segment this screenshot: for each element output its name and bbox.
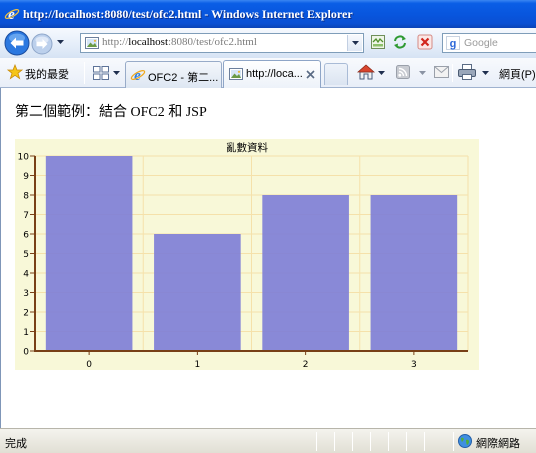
y-tick-label: 9 bbox=[23, 172, 29, 182]
stop-icon bbox=[417, 34, 433, 50]
status-bar: 完成 網際網路 bbox=[0, 428, 536, 453]
y-tick-label: 4 bbox=[23, 270, 29, 280]
y-tick-label: 5 bbox=[23, 250, 29, 260]
x-tick-label: 0 bbox=[86, 360, 92, 370]
ie-icon: e bbox=[130, 67, 146, 83]
stop-button[interactable] bbox=[417, 34, 433, 50]
y-tick-label: 0 bbox=[23, 348, 29, 358]
print-icon bbox=[458, 64, 476, 80]
chart-canvas: 亂數資料 0 1 2 3 4 5 6 7 8 9 10 0 1 2 3 bbox=[15, 139, 479, 370]
search-input[interactable]: Google bbox=[464, 37, 498, 49]
bar-3 bbox=[370, 195, 458, 351]
home-dropdown[interactable] bbox=[378, 71, 387, 77]
status-divider bbox=[370, 432, 371, 451]
svg-text:e: e bbox=[134, 68, 141, 83]
window-title: http://localhost:8080/test/ofc2.html - W… bbox=[23, 7, 353, 21]
compatibility-view-button[interactable] bbox=[370, 34, 386, 50]
y-tick-label: 1 bbox=[23, 328, 29, 338]
feeds-dropdown[interactable] bbox=[419, 71, 428, 77]
favorites-tab-bar: 我的最愛 e OFC2 - 第二... http://loca... 網頁(P) bbox=[0, 58, 536, 88]
page-icon bbox=[84, 35, 100, 51]
bar-2 bbox=[262, 195, 349, 351]
print-button[interactable] bbox=[458, 64, 476, 80]
close-icon[interactable] bbox=[306, 70, 315, 79]
compatibility-view-icon bbox=[370, 34, 386, 50]
address-url[interactable]: http://localhost:8080/test/ofc2.html bbox=[102, 36, 257, 48]
page-icon bbox=[228, 66, 244, 82]
back-arrow-icon bbox=[4, 30, 30, 56]
svg-text:g: g bbox=[450, 38, 457, 50]
chevron-down-icon bbox=[419, 71, 428, 75]
status-divider bbox=[352, 432, 353, 451]
recent-pages-dropdown[interactable] bbox=[57, 40, 66, 46]
forward-arrow-icon bbox=[31, 33, 53, 55]
y-tick-label: 3 bbox=[23, 289, 29, 299]
page-menu-button[interactable]: 網頁(P) bbox=[499, 66, 536, 82]
ie-icon: e bbox=[4, 6, 20, 22]
url-domain: localhost bbox=[128, 36, 168, 48]
back-button[interactable] bbox=[4, 30, 30, 56]
y-tick-label: 6 bbox=[23, 231, 29, 241]
security-zone-label[interactable]: 網際網路 bbox=[476, 435, 520, 451]
y-tick-label: 10 bbox=[18, 153, 30, 163]
globe-icon bbox=[458, 434, 472, 448]
mail-button[interactable] bbox=[434, 66, 449, 78]
chart-title: 亂數資料 bbox=[226, 141, 268, 154]
status-divider bbox=[316, 432, 317, 451]
chevron-down-icon bbox=[482, 71, 491, 75]
toolbar-separator bbox=[452, 64, 453, 82]
title-bar[interactable]: e http://localhost:8080/test/ofc2.html -… bbox=[0, 0, 536, 28]
x-tick-label: 1 bbox=[195, 360, 201, 370]
bar-chart: 亂數資料 0 1 2 3 4 5 6 7 8 9 10 0 1 2 3 bbox=[15, 139, 479, 370]
feeds-button[interactable] bbox=[396, 65, 410, 79]
chevron-down-icon bbox=[113, 71, 122, 75]
y-tick-label: 8 bbox=[23, 192, 29, 202]
favorites-button[interactable]: 我的最愛 bbox=[25, 66, 69, 82]
toolbar-separator bbox=[84, 62, 85, 84]
url-path: :8080/test/ofc2.html bbox=[168, 36, 257, 48]
refresh-icon bbox=[392, 34, 408, 50]
refresh-button[interactable] bbox=[392, 34, 408, 50]
home-button[interactable] bbox=[357, 64, 375, 80]
status-divider bbox=[334, 432, 335, 451]
y-tick-label: 7 bbox=[23, 211, 29, 221]
status-text: 完成 bbox=[5, 438, 27, 450]
bar-0 bbox=[45, 156, 133, 351]
mail-icon bbox=[434, 66, 449, 78]
status-divider bbox=[424, 432, 425, 451]
svg-text:e: e bbox=[8, 7, 15, 22]
feeds-icon bbox=[396, 65, 410, 79]
address-bar[interactable]: http://localhost:8080/test/ofc2.html bbox=[80, 33, 364, 53]
address-dropdown-button[interactable] bbox=[347, 35, 362, 51]
google-icon: g bbox=[446, 36, 460, 50]
page-heading: 第二個範例：結合 OFC2 和 JSP bbox=[15, 105, 207, 120]
chevron-down-icon bbox=[57, 40, 66, 44]
tab-label: http://loca... bbox=[246, 68, 303, 80]
tab-list-dropdown[interactable] bbox=[113, 71, 122, 77]
url-scheme: http:// bbox=[102, 36, 129, 48]
print-dropdown[interactable] bbox=[482, 71, 491, 77]
page-content: 第二個範例：結合 OFC2 和 JSP 亂數資料 0 1 2 3 4 5 6 7 8 9 10 0 1 2 3 bbox=[0, 88, 536, 428]
chevron-down-icon bbox=[378, 71, 387, 75]
new-tab-button[interactable] bbox=[324, 63, 348, 85]
tab-localhost[interactable]: http://loca... bbox=[223, 60, 321, 88]
quick-tabs-button[interactable] bbox=[93, 66, 109, 80]
tab-label: OFC2 - 第二... bbox=[148, 72, 219, 84]
x-tick-label: 3 bbox=[411, 360, 417, 370]
status-divider bbox=[406, 432, 407, 451]
x-tick-label: 2 bbox=[303, 360, 309, 370]
quick-tabs-icon bbox=[93, 66, 109, 80]
navigation-bar: http://localhost:8080/test/ofc2.html g G… bbox=[0, 28, 536, 58]
tab-ofc2[interactable]: e OFC2 - 第二... bbox=[125, 61, 222, 88]
star-icon[interactable] bbox=[7, 64, 23, 80]
home-icon bbox=[357, 64, 375, 80]
bar-1 bbox=[154, 234, 241, 351]
status-divider bbox=[388, 432, 389, 451]
search-box[interactable]: g Google bbox=[442, 33, 536, 53]
forward-button[interactable] bbox=[31, 33, 53, 55]
y-tick-label: 2 bbox=[23, 309, 29, 319]
status-divider bbox=[453, 432, 454, 451]
